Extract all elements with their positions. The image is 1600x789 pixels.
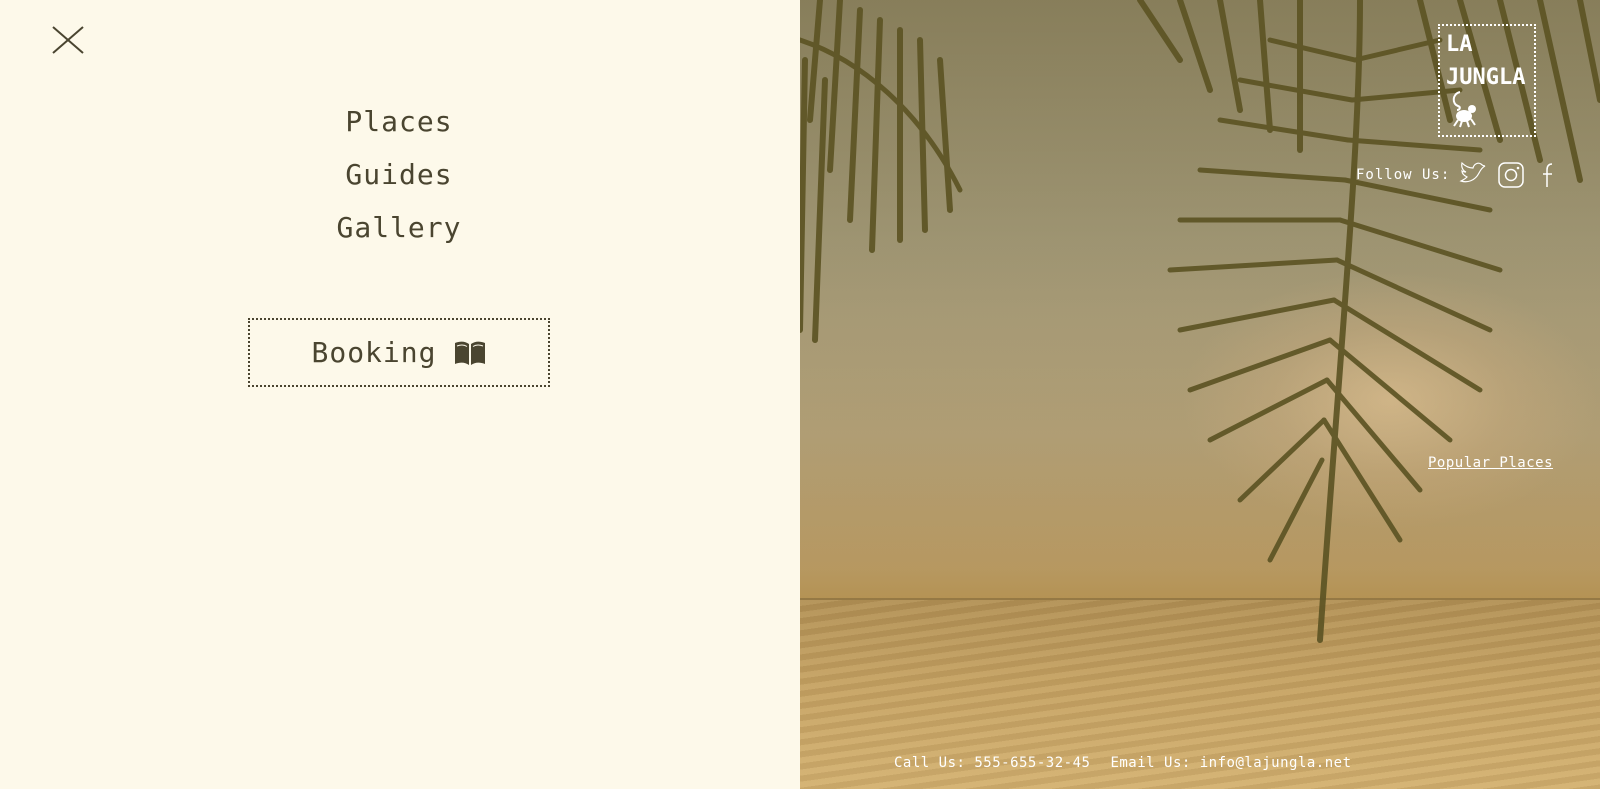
booking-label: Booking bbox=[311, 336, 437, 369]
hero-image: LA JUNGLA Follow Us: Popular Places Call… bbox=[800, 0, 1600, 789]
follow-label: Follow Us: bbox=[1356, 167, 1451, 183]
nav-item-guides[interactable]: Guides bbox=[345, 148, 452, 201]
facebook-icon[interactable] bbox=[1534, 160, 1564, 190]
nav-item-places[interactable]: Places bbox=[345, 95, 452, 148]
social-links: Follow Us: bbox=[1356, 160, 1564, 190]
close-icon[interactable] bbox=[50, 24, 86, 56]
open-book-icon bbox=[454, 341, 485, 365]
brand-name-line1: LA bbox=[1446, 32, 1473, 57]
monkey-icon bbox=[1452, 91, 1476, 128]
contact-phone[interactable]: Call Us: 555-655-32-45 bbox=[894, 755, 1090, 771]
popular-places-link[interactable]: Popular Places bbox=[1428, 455, 1553, 471]
menu-panel: Places Guides Gallery Booking bbox=[0, 0, 800, 789]
instagram-icon[interactable] bbox=[1496, 160, 1526, 190]
nav-item-gallery[interactable]: Gallery bbox=[336, 201, 461, 254]
contact-info: Call Us: 555-655-32-45 Email Us: info@la… bbox=[894, 755, 1352, 771]
twitter-icon[interactable] bbox=[1458, 160, 1488, 190]
contact-email[interactable]: Email Us: info@lajungla.net bbox=[1110, 755, 1351, 771]
brand-logo[interactable]: LA JUNGLA bbox=[1438, 24, 1536, 137]
booking-button[interactable]: Booking bbox=[248, 318, 550, 387]
main-nav: Places Guides Gallery bbox=[0, 95, 798, 254]
